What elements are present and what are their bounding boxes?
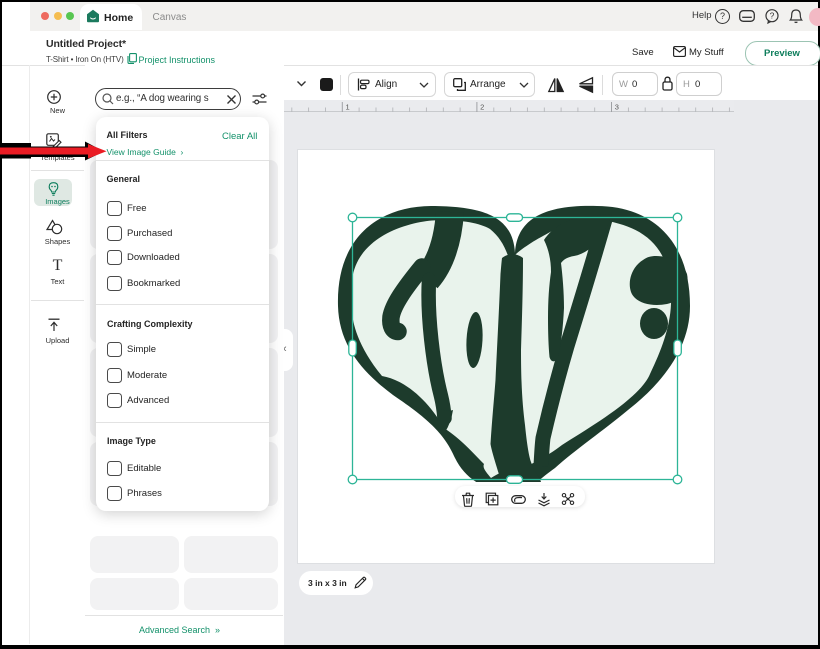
svg-text:1: 1 (346, 103, 350, 112)
svg-text:?: ? (770, 11, 775, 21)
svg-text:2: 2 (480, 103, 484, 112)
svg-text:3: 3 (615, 103, 619, 112)
